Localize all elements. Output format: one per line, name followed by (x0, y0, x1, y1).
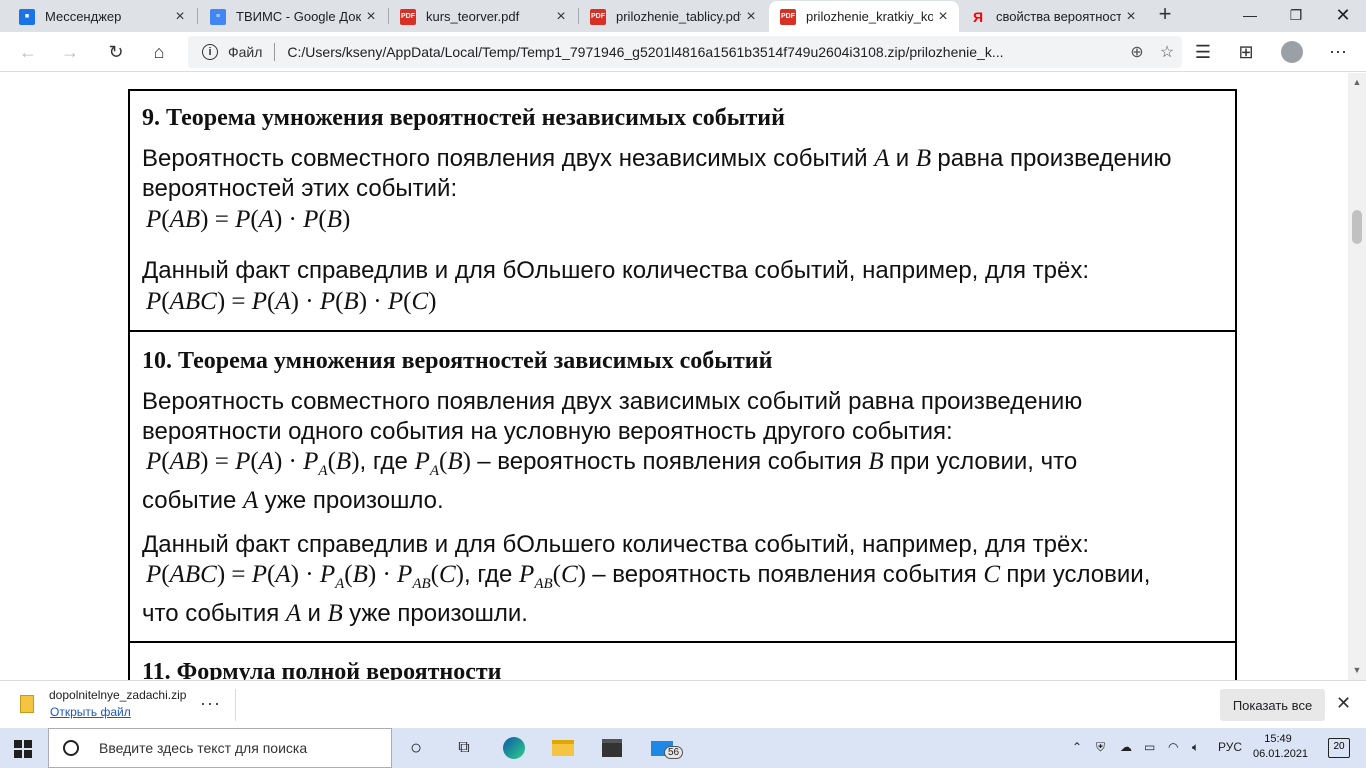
windows-start-icon[interactable] (14, 740, 32, 758)
tab-title: prilozhenie_kratkiy_kon (806, 9, 933, 24)
section-heading: 11. Формула полной вероятности (142, 659, 502, 680)
scroll-up-icon[interactable]: ▲ (1352, 77, 1362, 87)
tab-prilozhenie-tablicy[interactable]: PDF prilozhenie_tablicy.pdf × (579, 1, 767, 32)
taskbar-search-input[interactable]: Введите здесь текст для поиска (48, 728, 392, 768)
open-file-link[interactable]: Открыть файл (50, 705, 131, 719)
star-icon[interactable]: ☆ (1152, 42, 1182, 62)
notification-center-icon[interactable]: 20 (1328, 738, 1350, 758)
section-heading: 10. Теорема умножения вероятностей завис… (142, 348, 773, 374)
paragraph: Данный факт справедлив и для бОльшего ко… (142, 257, 1090, 284)
reload-button[interactable]: ↻ (102, 38, 130, 66)
minimize-button[interactable]: — (1227, 0, 1273, 30)
tab-title: ТВИМС - Google Доку (236, 9, 361, 24)
menu-icon[interactable]: ⋯ (1324, 38, 1352, 66)
address-bar[interactable]: i Файл C:/Users/kseny/AppData/Local/Temp… (188, 36, 1182, 68)
language-indicator[interactable]: РУС (1218, 740, 1242, 754)
close-icon[interactable]: × (741, 7, 761, 27)
pdf-page: 9. Теорема умножения вероятностей незави… (128, 89, 1237, 680)
pdf-icon: PDF (590, 8, 606, 25)
notification-count: 20 (1333, 741, 1345, 752)
download-bar: dopolnitelnye_zadachi.zip Открыть файл ·… (0, 680, 1366, 728)
restore-button[interactable]: ❐ (1273, 0, 1319, 30)
pdf-icon: PDF (780, 8, 796, 25)
formula: P(AB) = P(A) · P(B) (146, 206, 351, 233)
chevron-up-icon[interactable]: ⌃ (1072, 740, 1082, 754)
store-icon[interactable] (600, 736, 624, 760)
section-10: 10. Теорема умножения вероятностей завис… (130, 332, 1235, 643)
mail-icon[interactable]: 56 (650, 736, 684, 760)
back-button[interactable]: ← (14, 38, 42, 66)
tab-title: kurs_teorver.pdf (426, 9, 520, 24)
security-icon[interactable]: ⛨ (1096, 740, 1105, 755)
mail-badge: 56 (664, 746, 684, 759)
pdf-icon: PDF (400, 8, 416, 25)
pdf-viewport[interactable]: 9. Теорема умножения вероятностей незави… (0, 73, 1348, 680)
tab-prilozhenie-kratkiy[interactable]: PDF prilozhenie_kratkiy_kon × (769, 1, 959, 32)
favorites-icon[interactable]: ☰ (1189, 38, 1217, 66)
paragraph: Данный факт справедлив и для бОльшего ко… (142, 531, 1151, 627)
tab-messenger[interactable]: ■ Мессенджер × (8, 1, 196, 32)
file-explorer-icon[interactable] (551, 736, 575, 760)
home-button[interactable]: ⌂ (145, 38, 173, 66)
formula: P(ABC) = P(A) · P(B) · P(C) (146, 288, 437, 315)
vertical-scrollbar[interactable]: ▲ ▼ (1348, 73, 1366, 680)
close-icon[interactable]: × (551, 7, 571, 27)
tab-kurs-teorver[interactable]: PDF kurs_teorver.pdf × (389, 1, 577, 32)
show-all-button[interactable]: Показать все (1220, 689, 1325, 721)
collections-icon[interactable]: ⊞ (1232, 38, 1260, 66)
tab-google-docs[interactable]: ≡ ТВИМС - Google Доку × (199, 1, 387, 32)
search-icon (63, 740, 79, 756)
tab-strip: ■ Мессенджер × ≡ ТВИМС - Google Доку × P… (0, 0, 1366, 32)
info-icon[interactable]: i (202, 44, 218, 60)
zoom-icon[interactable]: ⊕ (1122, 42, 1152, 62)
close-icon[interactable]: × (933, 7, 953, 27)
close-icon[interactable]: × (170, 7, 190, 27)
clock-date: 06.01.2021 (1253, 748, 1309, 760)
tab-title: свойства вероятности (996, 9, 1121, 24)
zip-file-icon (20, 695, 34, 713)
paragraph: Вероятность совместного появления двух з… (142, 388, 1083, 514)
tab-title: prilozhenie_tablicy.pdf (616, 9, 741, 24)
cortana-icon[interactable]: ○ (404, 736, 428, 760)
url-text[interactable]: C:/Users/kseny/AppData/Local/Temp/Temp1_… (287, 44, 1122, 60)
taskbar: Введите здесь текст для поиска ○ ⧉ 56 ⌃ … (0, 728, 1366, 768)
close-icon[interactable]: × (361, 7, 381, 27)
section-9: 9. Теорема умножения вероятностей незави… (130, 91, 1235, 332)
task-view-icon[interactable]: ⧉ (452, 736, 476, 760)
profile-avatar[interactable] (1278, 38, 1306, 66)
forward-button[interactable]: → (56, 38, 84, 66)
close-icon[interactable]: × (1121, 7, 1141, 27)
battery-icon[interactable]: ▭ (1144, 740, 1155, 754)
cloud-icon[interactable]: ☁ (1120, 740, 1132, 754)
section-11: 11. Формула полной вероятности (130, 643, 1235, 680)
tab-title: Мессенджер (45, 9, 122, 24)
scroll-thumb[interactable] (1352, 210, 1362, 244)
messenger-icon: ■ (19, 8, 35, 25)
section-heading: 9. Теорема умножения вероятностей незави… (142, 105, 785, 131)
close-window-button[interactable]: ✕ (1320, 0, 1366, 30)
docs-icon: ≡ (210, 8, 226, 25)
more-options-icon[interactable]: ··· (200, 693, 221, 714)
scheme-label: Файл (228, 44, 263, 60)
search-placeholder: Введите здесь текст для поиска (99, 740, 308, 756)
wifi-icon[interactable]: ◠ (1168, 740, 1178, 754)
volume-icon[interactable]: 🔈︎ (1192, 740, 1199, 755)
download-filename[interactable]: dopolnitelnye_zadachi.zip (49, 688, 186, 702)
scroll-down-icon[interactable]: ▼ (1352, 665, 1362, 675)
new-tab-button[interactable]: + (1154, 3, 1176, 26)
toolbar: ← → ↻ ⌂ i Файл C:/Users/kseny/AppData/Lo… (0, 32, 1366, 72)
clock[interactable]: 15:49 06.01.2021 (1253, 732, 1309, 762)
clock-time: 15:49 (1264, 733, 1292, 745)
close-icon[interactable]: ✕ (1336, 693, 1351, 714)
tab-yandex-search[interactable]: Я свойства вероятности × (959, 1, 1147, 32)
yandex-icon: Я (972, 8, 984, 25)
paragraph: Вероятность совместного появления двух н… (142, 145, 1172, 202)
edge-icon[interactable] (502, 736, 526, 760)
